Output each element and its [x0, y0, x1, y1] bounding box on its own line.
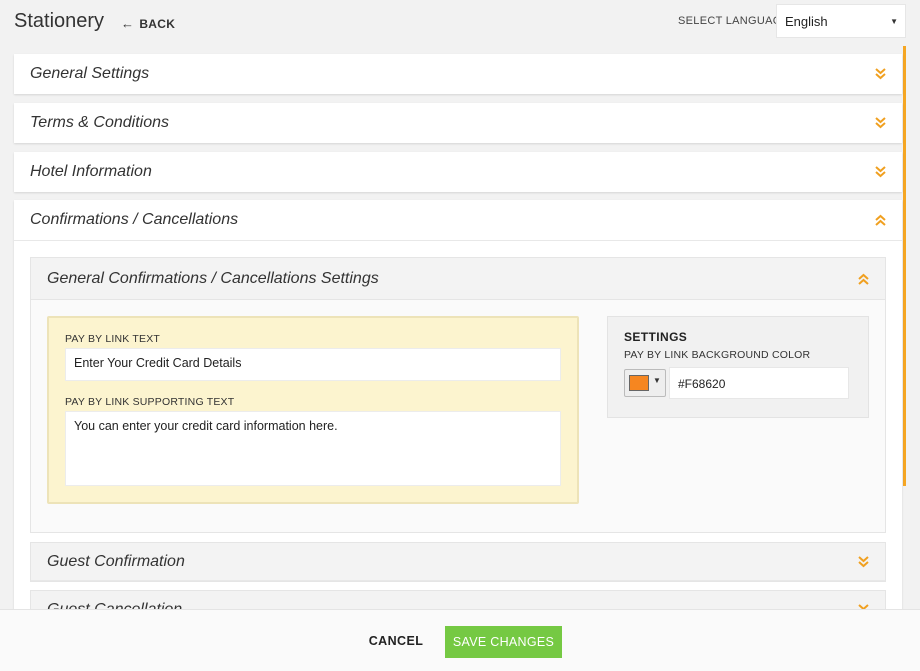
- back-label: BACK: [139, 16, 176, 31]
- subpanel-guest-cancellation: Guest Cancellation: [30, 590, 886, 610]
- panel-header-confirmations[interactable]: Confirmations / Cancellations: [14, 200, 902, 241]
- arrow-left-icon: ←: [121, 16, 135, 31]
- subpanel-header-general-confirmations[interactable]: General Confirmations / Cancellations Se…: [31, 258, 885, 300]
- subpanel-general-confirmations: General Confirmations / Cancellations Se…: [30, 257, 886, 533]
- subpanel-header-guest-cancellation[interactable]: Guest Cancellation: [31, 591, 885, 609]
- double-chevron-down-icon[interactable]: [875, 117, 886, 129]
- color-swatch: [629, 375, 649, 391]
- panel-terms: Terms & Conditions: [14, 103, 902, 143]
- double-chevron-down-icon[interactable]: [858, 555, 869, 568]
- double-chevron-up-icon[interactable]: [858, 273, 869, 285]
- subpanel-guest-confirmation: Guest Confirmation: [30, 542, 886, 582]
- panel-hotel-information: Hotel Information: [14, 152, 902, 192]
- panel-header-terms[interactable]: Terms & Conditions: [14, 103, 902, 143]
- settings-heading: SETTINGS: [624, 330, 688, 344]
- pay-by-link-box: PAY BY LINK TEXT Enter Your Credit Card …: [47, 316, 579, 504]
- subpanel-title: Guest Confirmation: [47, 552, 185, 570]
- double-chevron-up-icon[interactable]: [875, 214, 886, 226]
- page-title: Stationery: [14, 10, 105, 32]
- panel-title: Terms & Conditions: [30, 114, 170, 131]
- subpanel-title: General Confirmations / Cancellations Se…: [47, 269, 379, 287]
- panel-title: Confirmations / Cancellations: [30, 211, 239, 228]
- scroll-indicator[interactable]: [903, 46, 906, 486]
- panel-title: Hotel Information: [30, 163, 152, 180]
- color-picker[interactable]: ▼: [624, 369, 666, 397]
- pay-by-link-label: PAY BY LINK TEXT: [65, 333, 161, 345]
- supporting-text-label: PAY BY LINK SUPPORTING TEXT: [65, 396, 235, 408]
- panel-header-general-settings[interactable]: General Settings: [14, 54, 902, 94]
- top-bar: Stationery ← BACK SELECT LANGUAGE Englis…: [0, 0, 920, 46]
- panel-header-hotel-information[interactable]: Hotel Information: [14, 152, 902, 192]
- caret-down-icon: ▼: [653, 376, 661, 385]
- pay-by-link-input[interactable]: Enter Your Credit Card Details: [65, 348, 561, 381]
- caret-down-icon: ▼: [890, 17, 898, 26]
- panel-general-settings: General Settings: [14, 54, 902, 94]
- double-chevron-down-icon[interactable]: [875, 166, 886, 178]
- subpanel-header-guest-confirmation[interactable]: Guest Confirmation: [31, 543, 885, 581]
- language-select[interactable]: English ▼: [776, 4, 906, 38]
- language-value: English: [785, 14, 828, 29]
- language-label: SELECT LANGUAGE: [678, 15, 790, 27]
- double-chevron-down-icon[interactable]: [875, 68, 886, 80]
- panel-title: General Settings: [30, 65, 150, 82]
- panel-confirmations: Confirmations / Cancellations General Co…: [14, 200, 902, 610]
- footer-bar: CANCEL SAVE CHANGES: [0, 609, 920, 671]
- cancel-button[interactable]: CANCEL: [364, 630, 428, 652]
- color-hex-input[interactable]: #F68620: [669, 367, 849, 399]
- back-button[interactable]: ← BACK: [121, 16, 175, 31]
- bg-color-label: PAY BY LINK BACKGROUND COLOR: [624, 349, 811, 361]
- save-changes-button[interactable]: SAVE CHANGES: [445, 626, 562, 658]
- supporting-text-textarea[interactable]: You can enter your credit card informati…: [65, 411, 561, 486]
- settings-box: SETTINGS PAY BY LINK BACKGROUND COLOR ▼ …: [607, 316, 869, 418]
